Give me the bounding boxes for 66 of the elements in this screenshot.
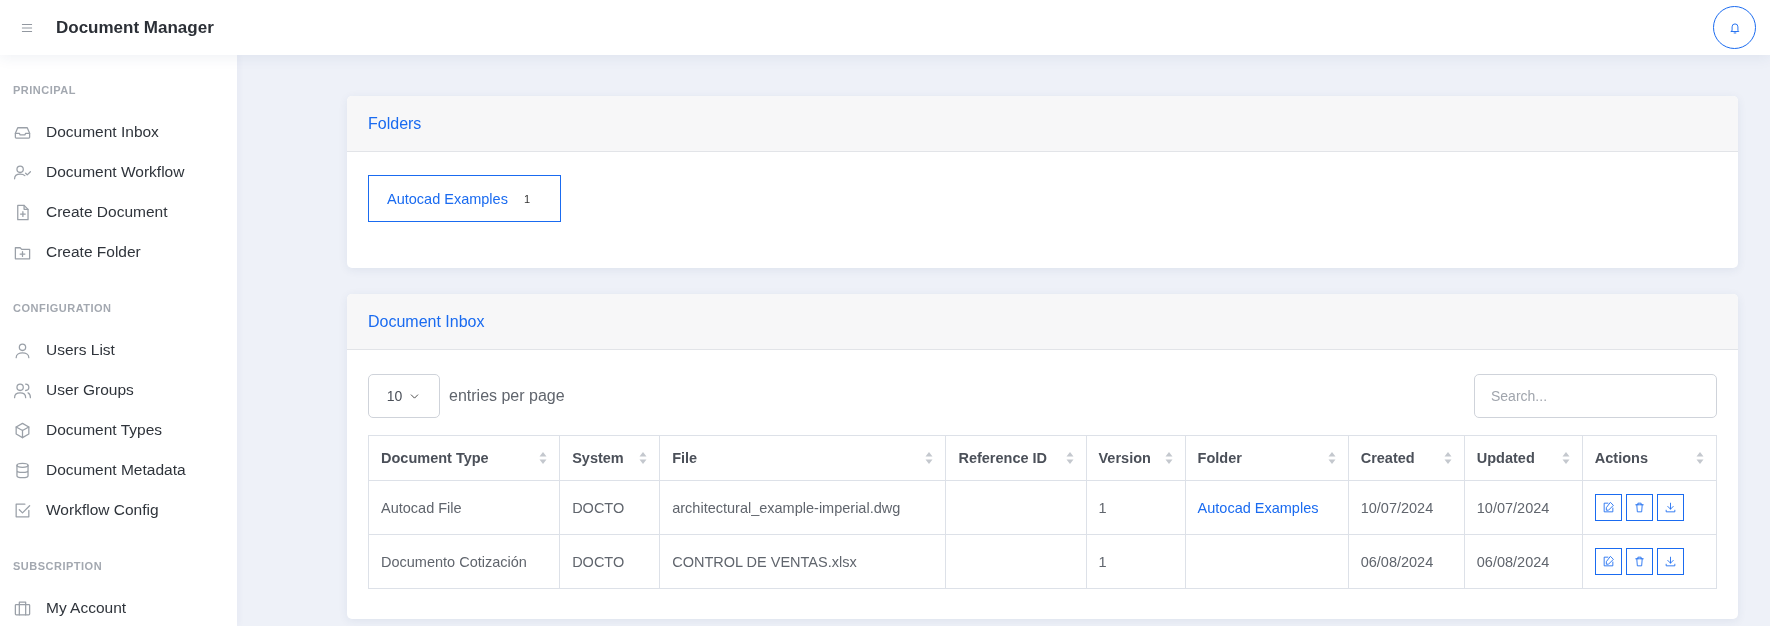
edit-button[interactable] bbox=[1594, 494, 1622, 521]
column-header[interactable]: Created bbox=[1348, 435, 1465, 481]
download-button[interactable] bbox=[1656, 494, 1684, 521]
table-cell: 06/08/2024 bbox=[1348, 534, 1465, 589]
sort-icon bbox=[1327, 451, 1336, 465]
sidebar-item[interactable]: Users List bbox=[0, 330, 237, 370]
edit-icon bbox=[1601, 555, 1615, 568]
sort-icon bbox=[1561, 451, 1570, 465]
trash-icon bbox=[1632, 555, 1646, 568]
sort-icon bbox=[1065, 451, 1074, 465]
sort-icon bbox=[1696, 451, 1704, 465]
column-header[interactable]: Actions bbox=[1582, 435, 1717, 481]
table-cell: architectural_example-imperial.dwg bbox=[659, 480, 946, 535]
sidebar-item[interactable]: Document Inbox bbox=[0, 112, 237, 152]
sort-icon bbox=[639, 451, 648, 465]
folder-count: 1 bbox=[523, 192, 531, 205]
edit-button[interactable] bbox=[1594, 548, 1622, 575]
database-icon bbox=[13, 460, 32, 480]
download-button[interactable] bbox=[1656, 548, 1684, 575]
card-title: Document Inbox bbox=[368, 312, 485, 331]
cube-icon bbox=[13, 420, 32, 440]
sidebar-item[interactable]: Document Workflow bbox=[0, 152, 237, 192]
section-label: SUBSCRIPTION bbox=[12, 560, 104, 572]
table-cell: 10/07/2024 bbox=[1464, 480, 1583, 535]
sort-icon bbox=[539, 451, 548, 465]
search-field[interactable]: Search... bbox=[1474, 374, 1717, 418]
table-cell: 10/07/2024 bbox=[1348, 480, 1465, 535]
column-header[interactable]: Document Type bbox=[368, 435, 560, 481]
column-header[interactable]: System bbox=[559, 435, 660, 481]
table-cell: DOCTO bbox=[559, 534, 660, 589]
card-title: Folders bbox=[368, 114, 422, 133]
sidebar-item[interactable]: Document Metadata bbox=[0, 450, 237, 490]
column-header[interactable]: Reference ID bbox=[945, 435, 1086, 481]
sidebar-item[interactable]: Document Types bbox=[0, 410, 237, 450]
download-icon bbox=[1663, 555, 1677, 568]
table-cell: 1 bbox=[1086, 480, 1186, 535]
section-label: CONFIGURATION bbox=[12, 302, 113, 314]
section-label: PRINCIPAL bbox=[12, 84, 77, 96]
sidebar-item[interactable]: Workflow Config bbox=[0, 490, 237, 530]
table-cell: 1 bbox=[1086, 534, 1186, 589]
sort-icon bbox=[1164, 451, 1173, 465]
folder-button[interactable]: Autocad Examples 1 bbox=[368, 175, 561, 222]
column-header[interactable]: File bbox=[659, 435, 946, 481]
table-cell: DOCTO bbox=[559, 480, 660, 535]
delete-button[interactable] bbox=[1625, 548, 1653, 575]
page-size-dropdown[interactable]: 10 bbox=[368, 374, 440, 418]
table-cell: Documento Cotización bbox=[368, 534, 560, 589]
column-header[interactable]: Folder bbox=[1185, 435, 1349, 481]
sort-icon bbox=[1443, 451, 1452, 465]
entries-label: entries per page bbox=[449, 387, 565, 405]
column-header[interactable]: Updated bbox=[1464, 435, 1583, 481]
sidebar-item[interactable]: User Groups bbox=[0, 370, 237, 410]
sidebar-item[interactable]: Create Document bbox=[0, 192, 237, 232]
trash-icon bbox=[1632, 501, 1646, 514]
sort-icon bbox=[925, 451, 934, 465]
edit-icon bbox=[1601, 501, 1615, 514]
app-title: Document Manager bbox=[56, 17, 214, 38]
table-cell: CONTROL DE VENTAS.xlsx bbox=[659, 534, 946, 589]
notifications-button[interactable] bbox=[1713, 6, 1756, 49]
table-cell: 06/08/2024 bbox=[1464, 534, 1583, 589]
table-cell: Autocad File bbox=[368, 480, 560, 535]
sidebar-item[interactable]: Create Folder bbox=[0, 232, 237, 272]
download-icon bbox=[1663, 501, 1677, 514]
sidebar-item[interactable]: My Account bbox=[0, 588, 237, 626]
column-header[interactable]: Version bbox=[1086, 435, 1186, 481]
delete-button[interactable] bbox=[1625, 494, 1653, 521]
